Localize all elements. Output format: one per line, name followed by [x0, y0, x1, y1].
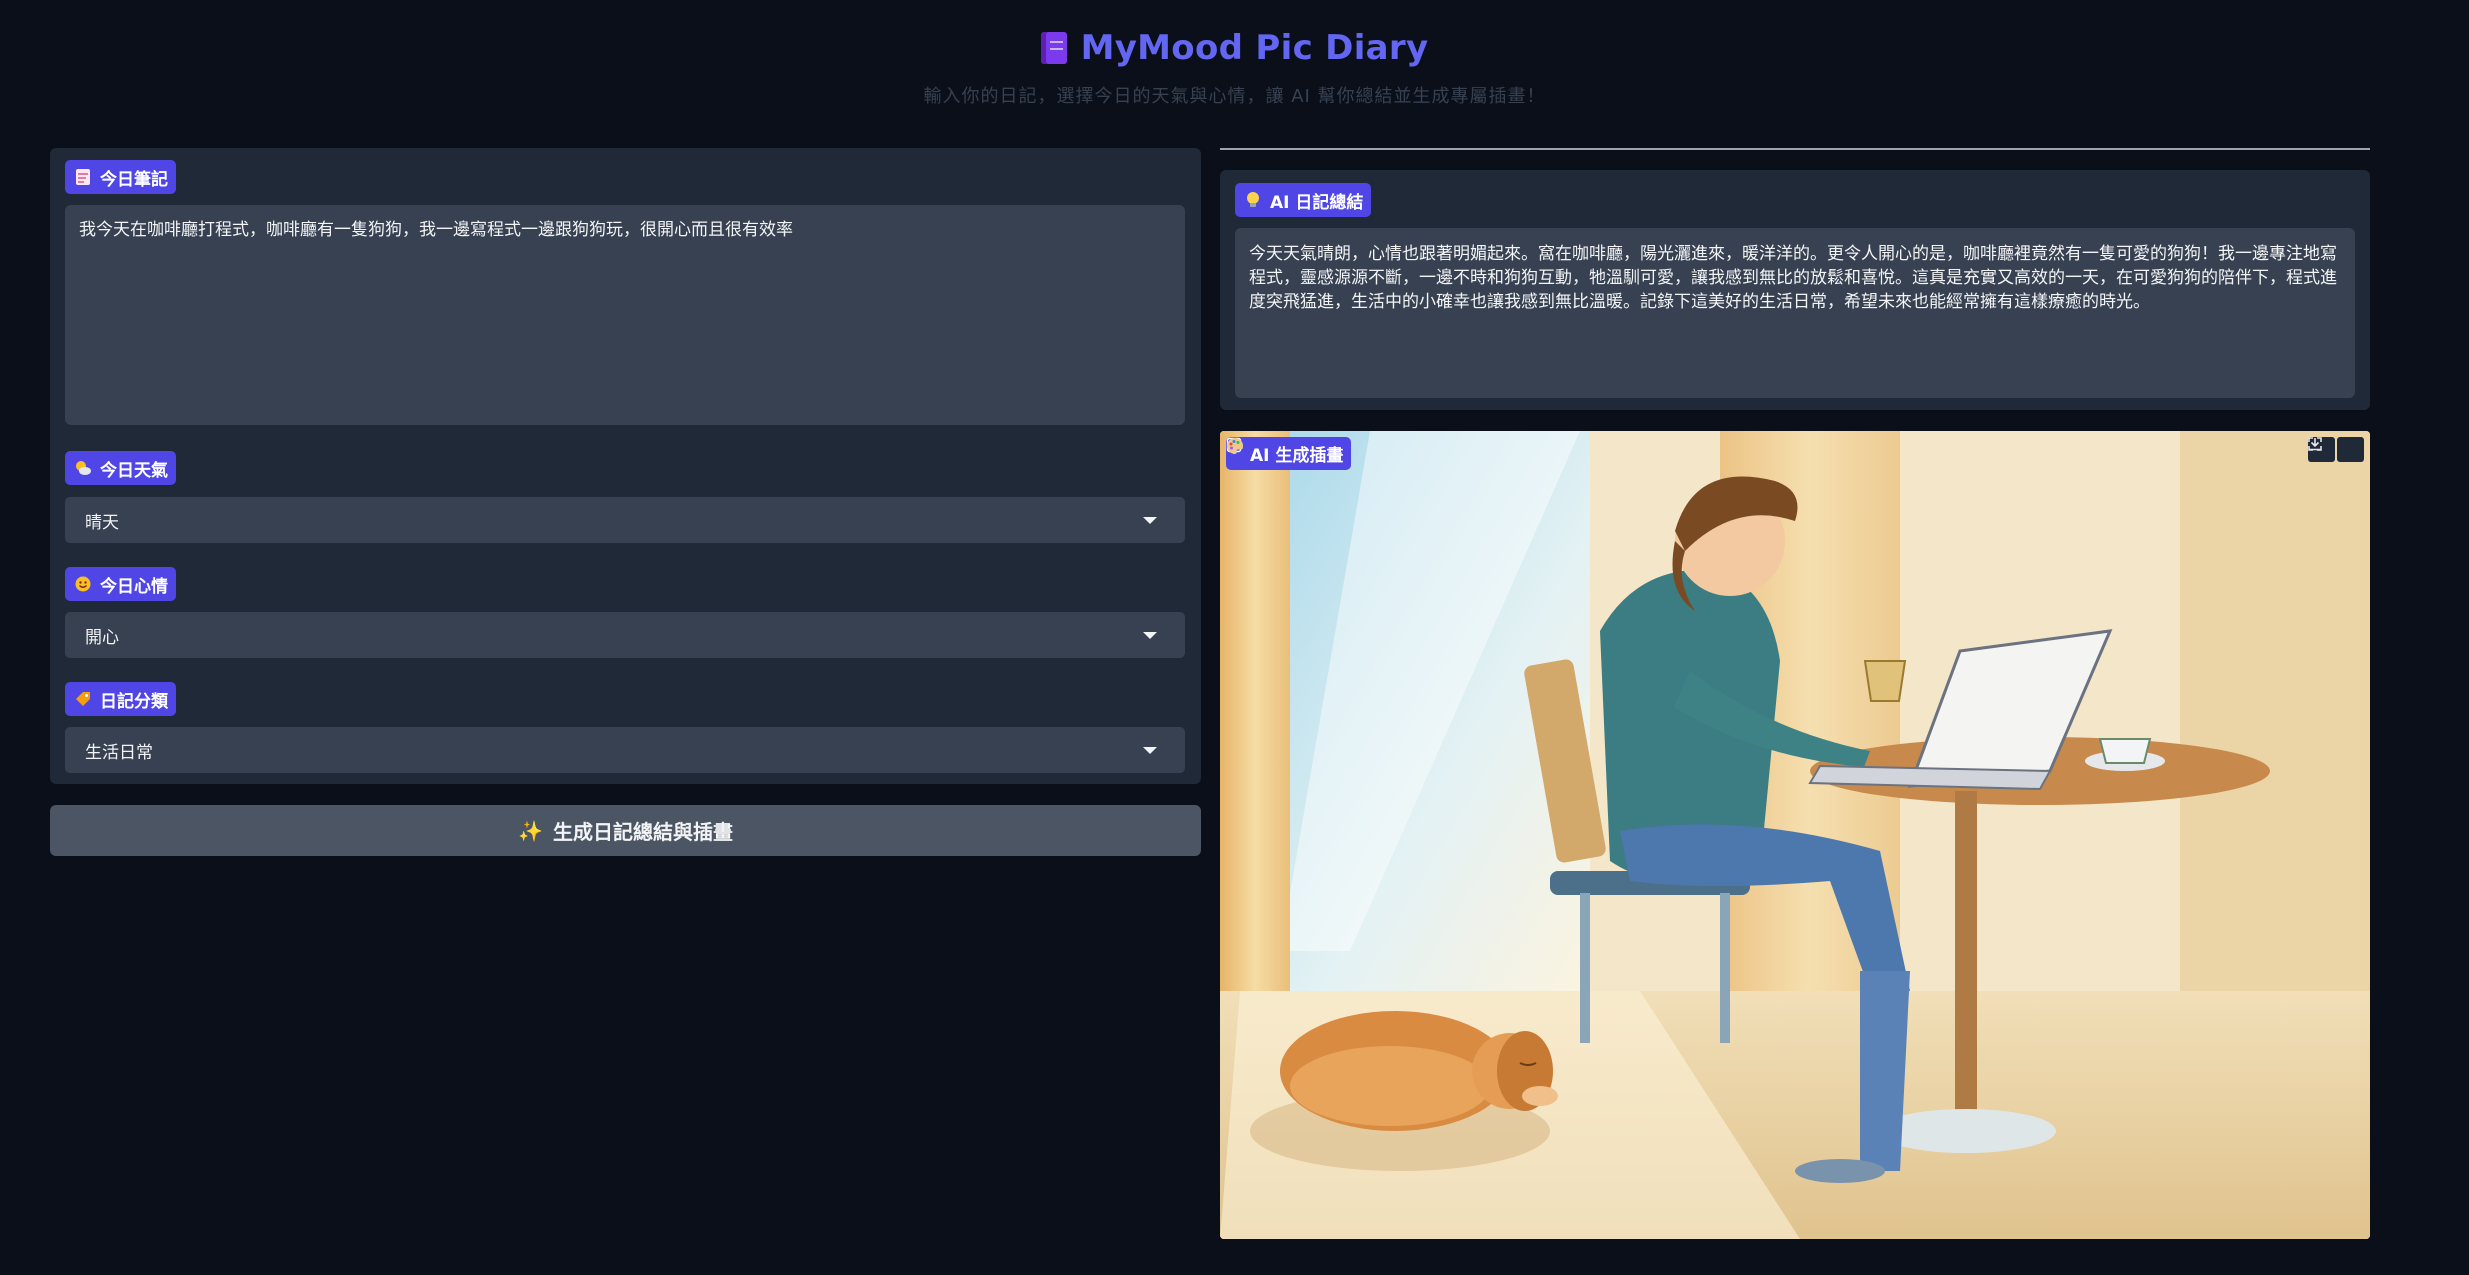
label-tag-icon	[74, 690, 92, 708]
weather-dropdown[interactable]: 晴天	[65, 497, 1185, 543]
weather-label-text: 今日天氣	[100, 460, 168, 481]
light-bulb-icon	[1244, 191, 1262, 209]
header: MyMood Pic Diary 輸入你的日記，選擇今日的天氣與心情，讓 AI …	[0, 28, 2469, 108]
notebook-icon	[1040, 32, 1067, 64]
summary-panel: AI 日記總結 今天天氣晴朗，心情也跟著明媚起來。窩在咖啡廳，陽光灑進來，暖洋洋…	[1220, 170, 2370, 410]
notes-label-text: 今日筆記	[100, 169, 168, 190]
mood-label-text: 今日心情	[100, 576, 168, 597]
download-icon	[2309, 438, 2321, 451]
category-selected-value: 生活日常	[85, 742, 153, 763]
memo-icon	[74, 168, 92, 186]
chevron-down-icon	[1143, 517, 1157, 524]
mood-label: 今日心情	[65, 567, 176, 601]
app-title: MyMood Pic Diary	[1040, 28, 1429, 68]
illustration-label-text: AI 生成插畫	[1250, 446, 1344, 466]
smiling-face-icon	[74, 575, 92, 593]
generate-button-label: 生成日記總結與插畫	[552, 820, 733, 844]
weather-selected-value: 晴天	[85, 512, 119, 533]
summary-textbox[interactable]: 今天天氣晴朗，心情也跟著明媚起來。窩在咖啡廳，陽光灑進來，暖洋洋的。更令人開心的…	[1235, 228, 2355, 398]
category-label-text: 日記分類	[100, 691, 168, 712]
category-dropdown[interactable]: 生活日常	[65, 727, 1185, 773]
download-button[interactable]	[2309, 437, 2364, 462]
mood-dropdown[interactable]: 開心	[65, 612, 1185, 658]
divider	[1220, 148, 2370, 150]
illustration-panel: AI 生成插畫	[1220, 431, 2370, 1239]
diary-input-panel: 今日筆記 我今天在咖啡廳打程式，咖啡廳有一隻狗狗，我一邊寫程式一邊跟狗狗玩，很開…	[50, 148, 1201, 784]
summary-label-text: AI 日記總結	[1270, 192, 1364, 213]
sparkles-icon: ✨	[518, 818, 543, 843]
chevron-down-icon	[1143, 632, 1157, 639]
app-title-text: MyMood Pic Diary	[1080, 28, 1429, 68]
notes-textarea[interactable]: 我今天在咖啡廳打程式，咖啡廳有一隻狗狗，我一邊寫程式一邊跟狗狗玩，很開心而且很有…	[65, 205, 1185, 425]
illustration-label: AI 生成插畫	[1226, 437, 1352, 470]
generate-button[interactable]: ✨ 生成日記總結與插畫	[50, 805, 1201, 856]
image-toolbar	[2308, 437, 2364, 462]
mood-selected-value: 開心	[85, 627, 119, 648]
curtain-left	[1220, 431, 1290, 1051]
chevron-down-icon	[1143, 747, 1157, 754]
category-label: 日記分類	[65, 682, 176, 716]
cafe-illustration	[1220, 431, 2370, 1239]
app-page: MyMood Pic Diary 輸入你的日記，選擇今日的天氣與心情，讓 AI …	[0, 0, 2469, 1275]
weather-label: 今日天氣	[65, 451, 176, 485]
notes-label: 今日筆記	[65, 160, 176, 194]
summary-label: AI 日記總結	[1235, 183, 1372, 217]
app-subtitle: 輸入你的日記，選擇今日的天氣與心情，讓 AI 幫你總結並生成專屬插畫！	[923, 86, 1546, 107]
sun-behind-cloud-icon	[74, 459, 92, 477]
